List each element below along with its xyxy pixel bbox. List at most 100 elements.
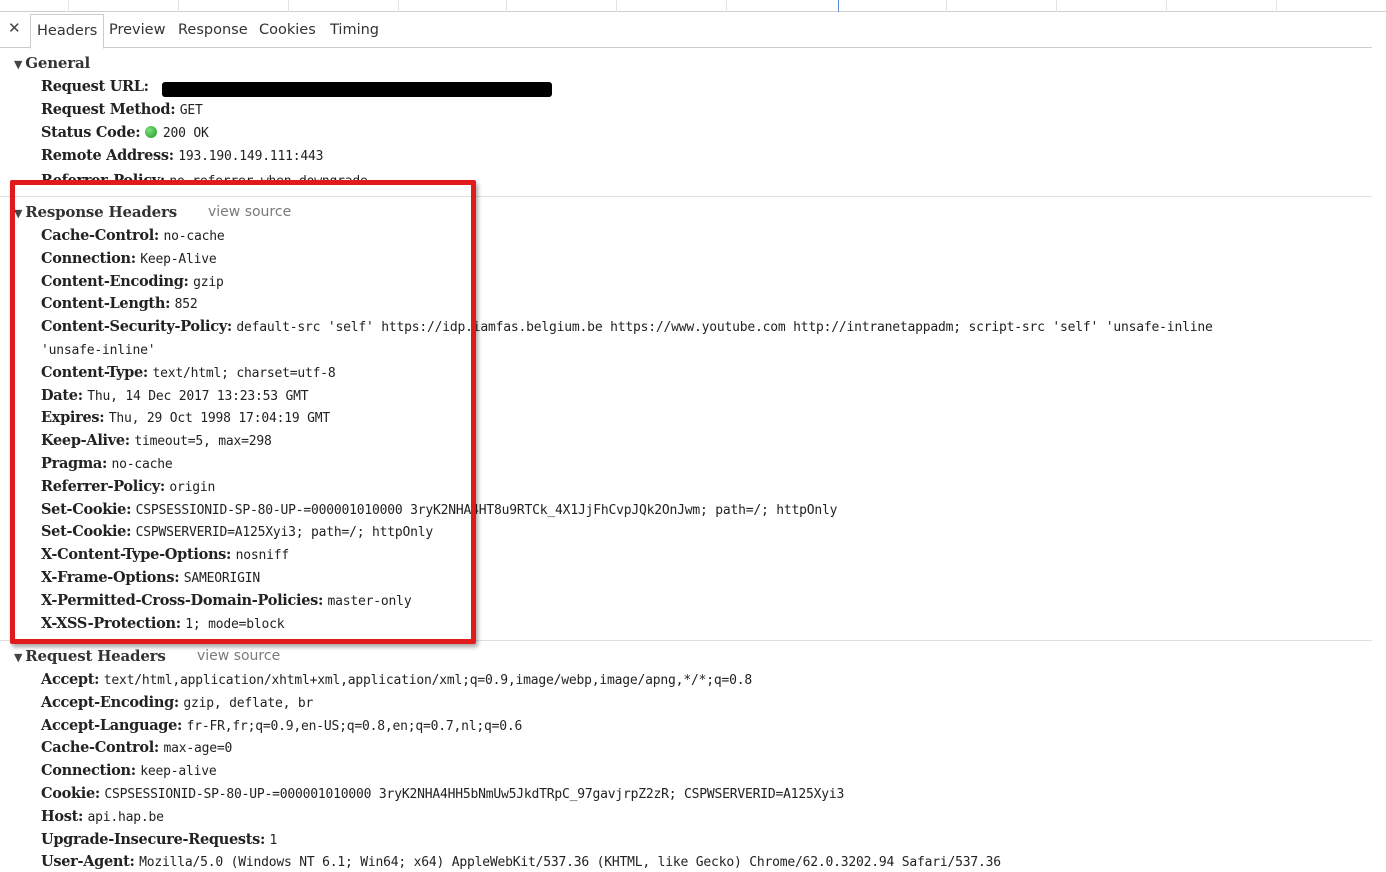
header-row: Accept-Language: fr-FR,fr;q=0.9,en-US;q=…: [41, 717, 522, 736]
tab-response[interactable]: Response: [172, 14, 254, 48]
general-row-status-code: Status Code: 200 OK: [41, 124, 209, 143]
header-row: Content-Length: 852: [41, 295, 198, 314]
header-key: Content-Type:: [41, 363, 148, 381]
general-row-remote-address: Remote Address: 193.190.149.111:443: [41, 147, 323, 166]
close-icon[interactable]: ✕: [8, 19, 21, 37]
header-key: X-Frame-Options:: [41, 569, 180, 586]
header-value: timeout=5, max=298: [134, 434, 272, 450]
header-key: Content-Length:: [41, 295, 171, 313]
header-row: Date: Thu, 14 Dec 2017 13:23:53 GMT: [41, 386, 309, 406]
header-key: Status Code:: [41, 124, 141, 141]
response-view-source-link[interactable]: view source: [208, 204, 291, 220]
header-row: X-Permitted-Cross-Domain-Policies: maste…: [41, 592, 412, 611]
header-row: Accept: text/html,application/xhtml+xml,…: [41, 671, 752, 690]
header-value: keep-alive: [140, 764, 217, 780]
request-headers-section-toggle[interactable]: ▼ Request Headers: [14, 647, 166, 665]
header-value: text/html,application/xhtml+xml,applicat…: [103, 673, 752, 688]
tab-cookies[interactable]: Cookies: [253, 14, 322, 48]
header-row: Pragma: no-cache: [41, 455, 173, 474]
header-row: Referrer-Policy: origin: [41, 478, 215, 497]
header-key: Pragma:: [41, 455, 108, 472]
header-key: Keep-Alive:: [41, 432, 130, 450]
header-value: default-src 'self' https://idp.iamfas.be…: [236, 320, 1213, 336]
header-value: nosniff: [235, 548, 290, 564]
header-key: Accept-Encoding:: [41, 693, 179, 711]
header-key: Content-Encoding:: [41, 272, 189, 290]
header-value: 200 OK: [162, 126, 209, 141]
section-title: Request Headers: [25, 647, 166, 665]
header-row: Connection: keep-alive: [41, 762, 217, 781]
header-value: CSPWSERVERID=A125Xyi3; path=/; httpOnly: [135, 525, 434, 541]
request-view-source-link[interactable]: view source: [197, 648, 280, 664]
header-key: X-XSS-Protection:: [41, 614, 181, 632]
header-row: Content-Encoding: gzip: [41, 273, 224, 292]
general-row-referrer-policy: Referrer-Policy: no-referrer-when-downgr…: [41, 172, 368, 182]
header-row: Set-Cookie: CSPWSERVERID=A125Xyi3; path=…: [41, 523, 433, 542]
header-value: master-only: [327, 593, 412, 609]
header-value: SAMEORIGIN: [183, 571, 261, 586]
timeline-strip: [0, 0, 1386, 12]
expand-triangle-icon: ▼: [14, 58, 23, 71]
header-value: gzip: [193, 274, 224, 290]
header-key: Connection:: [41, 249, 136, 267]
header-row: User-Agent: Mozilla/5.0 (Windows NT 6.1;…: [41, 853, 1001, 872]
header-key: Upgrade-Insecure-Requests:: [41, 830, 266, 848]
header-value: 1; mode=block: [185, 616, 285, 632]
header-value: gzip, deflate, br: [183, 695, 314, 711]
header-key: User-Agent:: [41, 853, 135, 871]
header-value: max-age=0: [163, 741, 233, 757]
header-key: Date:: [41, 386, 83, 404]
header-value: CSPSESSIONID-SP-80-UP-=000001010000 3ryK…: [104, 787, 845, 802]
header-key: Referrer-Policy:: [41, 477, 165, 495]
header-value: Thu, 29 Oct 1998 17:04:19 GMT: [108, 411, 330, 427]
header-row: X-Frame-Options: SAMEORIGIN: [41, 569, 260, 588]
expand-triangle-icon: ▼: [14, 207, 23, 220]
header-key: Set-Cookie:: [41, 523, 132, 541]
header-row: Accept-Encoding: gzip, deflate, br: [41, 694, 313, 713]
header-row: Upgrade-Insecure-Requests: 1: [41, 831, 277, 850]
header-value: Mozilla/5.0 (Windows NT 6.1; Win64; x64)…: [139, 855, 1001, 871]
general-section-toggle[interactable]: ▼ General: [14, 54, 90, 72]
section-divider: [0, 640, 1372, 641]
tab-bar: ✕ Headers Preview Response Cookies Timin…: [0, 14, 1372, 49]
header-key: Accept-Language:: [41, 716, 183, 734]
header-value: 'unsafe-inline': [41, 343, 156, 358]
header-row: X-XSS-Protection: 1; mode=block: [41, 614, 285, 634]
header-value: api.hap.be: [87, 809, 164, 825]
header-key: X-Content-Type-Options:: [41, 546, 232, 564]
response-headers-section-toggle[interactable]: ▼ Response Headers: [14, 203, 177, 221]
header-key: Content-Security-Policy:: [41, 318, 232, 336]
tab-preview[interactable]: Preview: [103, 14, 171, 48]
header-row: Cookie: CSPSESSIONID-SP-80-UP-=000001010…: [41, 785, 844, 804]
header-row: Keep-Alive: timeout=5, max=298: [41, 432, 272, 451]
header-row: Connection: Keep-Alive: [41, 250, 217, 269]
section-divider: [0, 196, 1372, 197]
header-key: Expires:: [41, 409, 105, 427]
header-row: Cache-Control: max-age=0: [41, 739, 232, 758]
general-row-request-method: Request Method: GET: [41, 101, 203, 120]
header-row: Content-Security-Policy: default-src 'se…: [41, 318, 1213, 337]
expand-triangle-icon: ▼: [14, 651, 23, 664]
header-value: Thu, 14 Dec 2017 13:23:53 GMT: [87, 388, 309, 404]
header-row: Content-Type: text/html; charset=utf-8: [41, 363, 336, 383]
header-key: Request URL:: [41, 78, 149, 95]
header-key: Referrer-Policy:: [41, 172, 165, 182]
header-row: Cache-Control: no-cache: [41, 227, 225, 246]
tab-headers[interactable]: Headers: [30, 14, 105, 49]
header-value: fr-FR,fr;q=0.9,en-US;q=0.8,en;q=0.7,nl;q…: [186, 718, 523, 734]
header-value: 193.190.149.111:443: [178, 149, 324, 164]
header-row: Set-Cookie: CSPSESSIONID-SP-80-UP-=00000…: [41, 501, 837, 520]
status-ok-icon: [144, 126, 157, 138]
section-title: General: [25, 54, 90, 72]
header-row: X-Content-Type-Options: nosniff: [41, 546, 289, 565]
header-value: CSPSESSIONID-SP-80-UP-=000001010000 3ryK…: [135, 502, 838, 518]
header-key: Accept:: [41, 671, 100, 688]
header-row: Expires: Thu, 29 Oct 1998 17:04:19 GMT: [41, 409, 330, 428]
header-row: Host: api.hap.be: [41, 808, 164, 827]
header-value: Keep-Alive: [140, 251, 217, 267]
general-row-request-url: Request URL:: [41, 78, 149, 97]
header-value: no-cache: [111, 457, 173, 472]
tab-timing[interactable]: Timing: [324, 14, 385, 48]
section-title: Response Headers: [25, 203, 177, 221]
header-value: 1: [269, 832, 278, 848]
